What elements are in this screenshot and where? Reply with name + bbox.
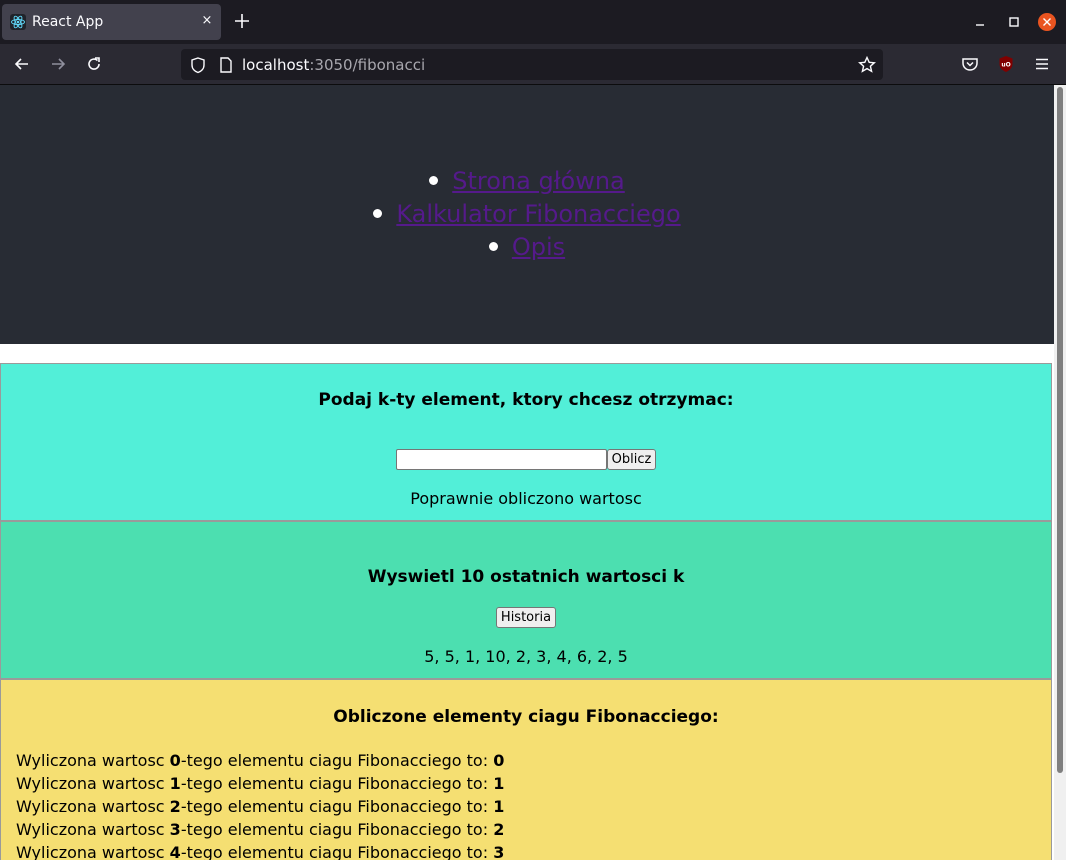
url-path: :3050/fibonacci (309, 56, 426, 74)
result-k: 4 (169, 843, 181, 860)
result-value: 2 (493, 820, 505, 839)
react-favicon-icon (10, 14, 26, 30)
result-prefix: Wyliczona wartosc (16, 820, 170, 839)
history-button[interactable]: Historia (496, 607, 556, 628)
result-middle: -tego elementu ciagu Fibonacciego to: (180, 797, 494, 816)
calculator-section: Podaj k-ty element, ktory chcesz otrzyma… (0, 363, 1052, 521)
scrollbar-thumb[interactable] (1057, 87, 1063, 773)
main-nav: Strona główna Kalkulator Fibonacciego Op… (0, 165, 1054, 264)
bullet-icon (429, 175, 439, 185)
results-section: Obliczone elementy ciagu Fibonacciego: W… (0, 679, 1052, 860)
result-middle: -tego elementu ciagu Fibonacciego to: (180, 820, 494, 839)
tab-title: React App (32, 14, 104, 30)
result-value: 1 (493, 797, 505, 816)
address-bar[interactable]: localhost:3050/fibonacci (181, 49, 883, 80)
svg-text:uO: uO (1001, 62, 1010, 69)
pocket-icon[interactable] (960, 54, 980, 74)
nav-item-home: Strona główna (0, 165, 1054, 198)
result-prefix: Wyliczona wartosc (16, 774, 170, 793)
bookmark-star-icon[interactable] (857, 55, 877, 75)
k-input[interactable] (396, 449, 607, 470)
result-k: 1 (169, 774, 181, 793)
page-icon[interactable] (217, 56, 235, 74)
nav-item-calculator: Kalkulator Fibonacciego (0, 198, 1054, 231)
result-value: 3 (493, 843, 505, 860)
calculation-status: Poprawnie obliczono wartosc (410, 489, 642, 508)
menu-icon[interactable] (1032, 54, 1052, 74)
result-prefix: Wyliczona wartosc (16, 843, 170, 860)
minimize-icon[interactable] (970, 12, 990, 32)
url-text[interactable]: localhost:3050/fibonacci (242, 56, 425, 74)
forward-icon[interactable] (48, 54, 68, 74)
bullet-icon (373, 208, 383, 218)
results-heading: Obliczone elementy ciagu Fibonacciego: (333, 707, 719, 727)
history-section: Wyswietl 10 ostatnich wartosci k Histori… (0, 521, 1052, 679)
shield-icon[interactable] (189, 56, 207, 74)
result-middle: -tego elementu ciagu Fibonacciego to: (180, 774, 494, 793)
browser-tab-bar: React App × (0, 0, 1066, 44)
result-row: Wyliczona wartosc 0-tego elementu ciagu … (16, 749, 504, 772)
nav-link-home[interactable]: Strona główna (452, 167, 625, 195)
calculator-heading: Podaj k-ty element, ktory chcesz otrzyma… (318, 390, 734, 410)
url-host: localhost (242, 56, 310, 74)
app-header: Strona główna Kalkulator Fibonacciego Op… (0, 85, 1054, 344)
result-row: Wyliczona wartosc 2-tego elementu ciagu … (16, 795, 504, 818)
browser-tab[interactable]: React App × (2, 4, 221, 40)
result-value: 1 (493, 774, 505, 793)
maximize-icon[interactable] (1004, 12, 1024, 32)
bullet-icon (488, 241, 498, 251)
result-prefix: Wyliczona wartosc (16, 797, 170, 816)
page-viewport: Strona główna Kalkulator Fibonacciego Op… (0, 85, 1054, 860)
result-row: Wyliczona wartosc 3-tego elementu ciagu … (16, 818, 504, 841)
result-row: Wyliczona wartosc 4-tego elementu ciagu … (16, 841, 504, 860)
result-k: 3 (169, 820, 181, 839)
reload-icon[interactable] (84, 54, 104, 74)
result-k: 0 (169, 751, 181, 770)
nav-link-description[interactable]: Opis (512, 233, 565, 261)
new-tab-icon[interactable] (232, 11, 252, 31)
result-value: 0 (493, 751, 505, 770)
back-icon[interactable] (12, 54, 32, 74)
calculate-button[interactable]: Oblicz (607, 449, 656, 470)
close-window-icon[interactable] (1037, 12, 1057, 32)
result-prefix: Wyliczona wartosc (16, 751, 170, 770)
browser-nav-bar: localhost:3050/fibonacci uO (0, 44, 1066, 85)
result-row: Wyliczona wartosc 1-tego elementu ciagu … (16, 772, 504, 795)
history-heading: Wyswietl 10 ostatnich wartosci k (367, 567, 685, 587)
close-tab-icon[interactable]: × (198, 12, 216, 30)
nav-link-calculator[interactable]: Kalkulator Fibonacciego (396, 200, 680, 228)
result-k: 2 (169, 797, 181, 816)
result-middle: -tego elementu ciagu Fibonacciego to: (180, 751, 494, 770)
nav-item-description: Opis (0, 231, 1054, 264)
page-scrollbar[interactable] (1054, 85, 1066, 860)
ublock-origin-icon[interactable]: uO (996, 54, 1016, 74)
history-values: 5, 5, 1, 10, 2, 3, 4, 6, 2, 5 (424, 647, 628, 666)
result-middle: -tego elementu ciagu Fibonacciego to: (180, 843, 494, 860)
results-list: Wyliczona wartosc 0-tego elementu ciagu … (16, 749, 504, 860)
